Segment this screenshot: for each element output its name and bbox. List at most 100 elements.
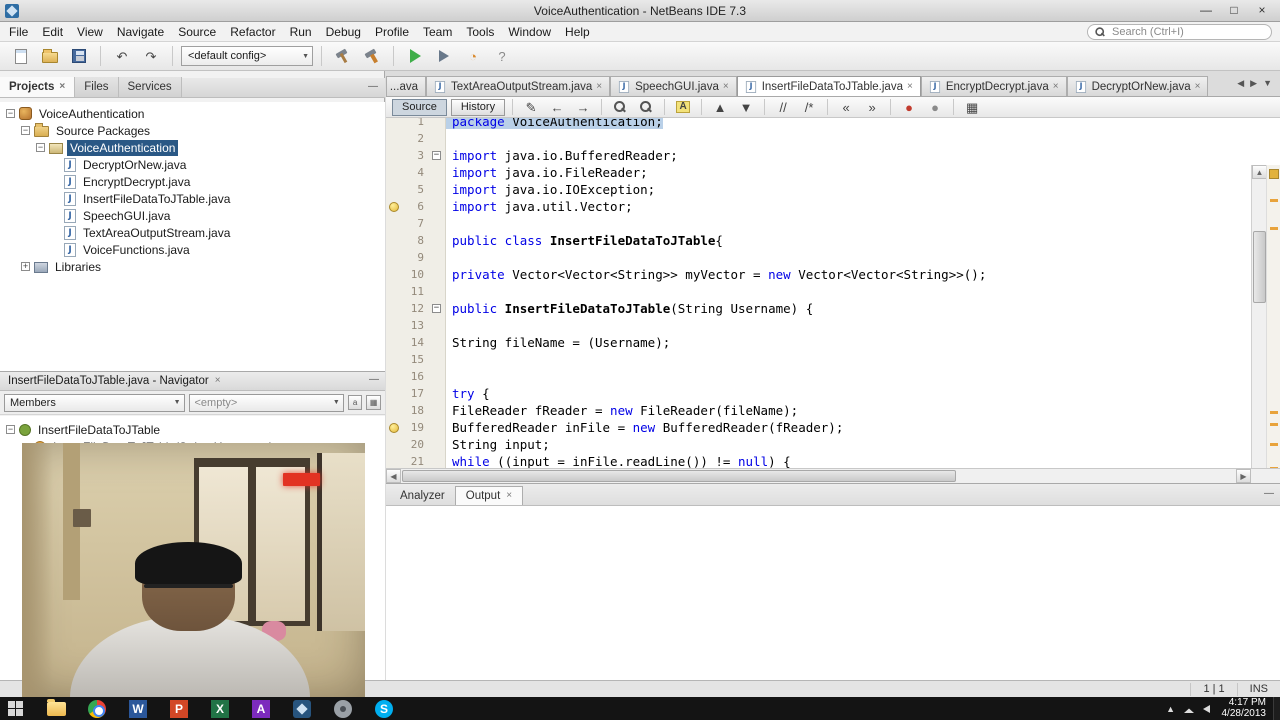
taskbar-clock[interactable]: 4:17 PM 4/28/2013 [1222,697,1267,719]
tree-item-source-packages[interactable]: − Source Packages [0,122,385,139]
error-stripe[interactable] [1266,165,1280,468]
scroll-tabs-left-icon[interactable]: ◀ [1237,78,1244,89]
diff-icon[interactable]: ▦ [961,98,983,116]
code-editor[interactable]: 1 package VoiceAuthentication; 2 3− import j… [386,118,1280,468]
code-line[interactable]: 11 [386,283,1251,300]
code-line[interactable]: 16 [386,368,1251,385]
start-button[interactable] [0,697,30,720]
maximize-button[interactable]: □ [1220,2,1248,20]
menu-view[interactable]: View [70,23,110,41]
code-line[interactable]: 9 [386,249,1251,266]
show-desktop-button[interactable] [1273,697,1280,720]
close-navigator-icon[interactable]: × [215,376,221,386]
menu-source[interactable]: Source [171,23,223,41]
minimize-projects-icon[interactable]: — [368,81,378,92]
taskbar-file-explorer-icon[interactable] [44,697,68,720]
tree-toggle-icon[interactable]: − [36,143,45,152]
config-select[interactable]: <default config> ▼ [181,46,313,66]
code-line[interactable]: 4 import java.io.FileReader; [386,164,1251,181]
profile-project-icon[interactable]: ◔ [460,44,486,68]
code-line[interactable]: 8 public class InsertFileDataToJTable{ [386,232,1251,249]
editor-tab-insertfiledatatojtable-java[interactable]: InsertFileDataToJTable.java × [736,76,921,96]
code-fold-toggle-icon[interactable]: − [432,151,441,160]
code-line[interactable]: 20 String input; [386,436,1251,453]
minimize-button[interactable]: — [1192,2,1220,20]
menu-team[interactable]: Team [416,23,459,41]
scroll-tabs-right-icon[interactable]: ▶ [1250,78,1257,89]
run-macro-icon[interactable]: ● [924,98,946,116]
taskbar-excel-icon[interactable]: X [208,697,232,720]
close-tab-icon[interactable]: × [596,81,602,92]
save-all-icon[interactable] [66,44,92,68]
minimize-navigator-icon[interactable]: — [369,374,379,385]
forward-icon[interactable]: → [572,98,594,116]
menu-help[interactable]: Help [558,23,597,41]
output-console[interactable] [386,506,1280,680]
code-line[interactable]: 5 import java.io.IOException; [386,181,1251,198]
menu-refactor[interactable]: Refactor [223,23,282,41]
close-button[interactable]: × [1248,2,1276,20]
code-line[interactable]: 15 [386,351,1251,368]
shift-left-icon[interactable]: « [835,98,857,116]
debug-project-icon[interactable] [431,44,457,68]
filter-dropdown[interactable]: <empty> ▼ [188,393,344,412]
members-dropdown[interactable]: Members ▼ [4,393,185,412]
build-project-icon[interactable] [330,44,356,68]
open-project-icon[interactable] [37,44,63,68]
scrollbar-thumb[interactable] [402,470,957,482]
menu-window[interactable]: Window [501,23,558,41]
view-history-button[interactable]: History [450,98,506,116]
close-tab-icon[interactable]: × [506,491,512,501]
tree-toggle-icon[interactable]: − [21,126,30,135]
tree-toggle-icon[interactable]: − [6,425,15,434]
close-tab-icon[interactable]: × [1053,81,1059,92]
menu-edit[interactable]: Edit [35,23,70,41]
find-occurrences-icon[interactable] [635,98,657,116]
toggle-highlight-icon[interactable]: A [672,98,694,116]
tree-item-encryptdecrypt-java[interactable]: EncryptDecrypt.java [0,173,385,190]
editor-tab-ava[interactable]: ...ava [386,76,426,96]
code-line[interactable]: 6 import java.util.Vector; [386,198,1251,215]
view-source-button[interactable]: Source [392,98,447,116]
horizontal-scrollbar[interactable]: ◀ ▶ [386,468,1280,483]
menu-file[interactable]: File [2,23,35,41]
taskbar-powerpoint-icon[interactable]: P [167,697,191,720]
previous-occurrence-icon[interactable]: ▲ [709,98,731,116]
output-tab-output[interactable]: Output × [454,486,524,505]
tree-toggle-icon[interactable]: + [21,262,30,271]
tree-item-voiceauthentication[interactable]: − VoiceAuthentication [0,105,385,122]
code-line[interactable]: 1 package VoiceAuthentication; [386,118,1251,130]
tree-item-libraries[interactable]: + Libraries [0,258,385,275]
tab-projects[interactable]: Projects × [0,77,76,97]
menu-navigate[interactable]: Navigate [110,23,171,41]
undo-icon[interactable]: ↶ [109,44,135,68]
last-edit-icon[interactable]: ✎ [520,98,542,116]
next-occurrence-icon[interactable]: ▼ [735,98,757,116]
tree-item-decryptornew-java[interactable]: DecryptOrNew.java [0,156,385,173]
taskbar-app-purple-icon[interactable]: A [249,697,273,720]
close-tab-icon[interactable]: × [907,81,913,92]
code-line[interactable]: 14 String fileName = (Username); [386,334,1251,351]
taskbar-skype-icon[interactable]: S [372,697,396,720]
scrollbar-thumb[interactable] [1253,231,1266,303]
code-line[interactable]: 3− import java.io.BufferedReader; [386,147,1251,164]
comment-icon[interactable]: // [772,98,794,116]
quick-search-input[interactable]: Search (Ctrl+I) [1087,24,1272,40]
close-tab-icon[interactable]: × [1195,81,1201,92]
tree-item-voiceauthentication[interactable]: − VoiceAuthentication [0,139,385,156]
uncomment-icon[interactable]: /* [798,98,820,116]
editor-tab-textareaoutputstream-java[interactable]: TextAreaOutputStream.java× [426,76,611,96]
tree-item-speechgui-java[interactable]: SpeechGUI.java [0,207,385,224]
tree-item-insertfiledatatojtable[interactable]: − InsertFileDataToJTable [0,421,385,438]
code-line[interactable]: 18 FileReader fReader = new FileReader(fi… [386,402,1251,419]
tree-item-voicefunctions-java[interactable]: VoiceFunctions.java [0,241,385,258]
tab-files[interactable]: Files [75,77,119,97]
back-icon[interactable]: ← [546,98,568,116]
code-fold-toggle-icon[interactable]: − [432,304,441,313]
code-line[interactable]: 13 [386,317,1251,334]
run-project-icon[interactable] [402,44,428,68]
code-line[interactable]: 12− public InsertFileDataToJTable(String … [386,300,1251,317]
warnings-indicator-icon[interactable] [1269,169,1279,179]
code-line[interactable]: 10 private Vector<Vector<String>> myVecto… [386,266,1251,283]
code-line[interactable]: 19 BufferedReader inFile = new BufferedRe… [386,419,1251,436]
